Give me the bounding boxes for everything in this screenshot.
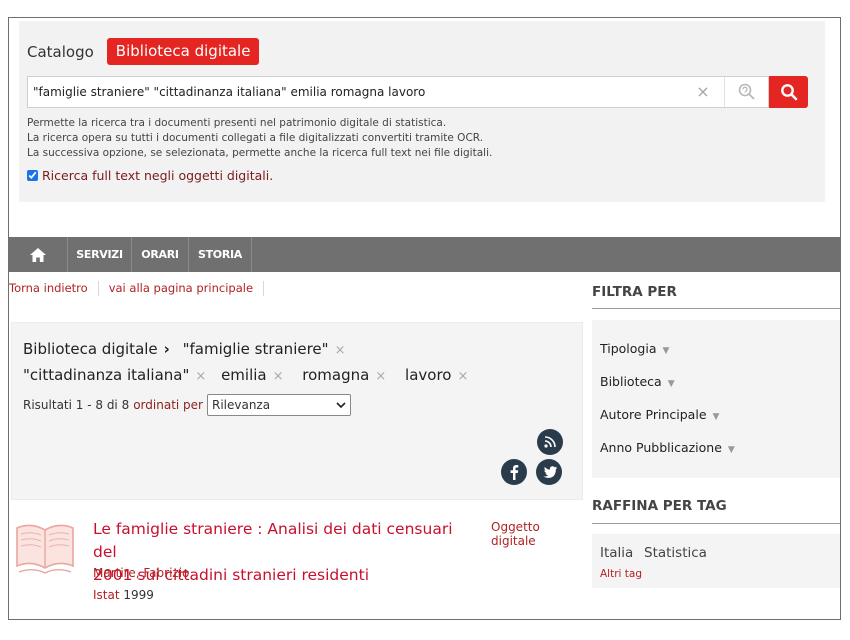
search-term-label: romagna [302,366,370,384]
filter-biblioteca[interactable]: Biblioteca ▼ [600,374,675,389]
facebook-button[interactable] [501,459,527,485]
page-frame: Catalogo Biblioteca digitale × Per [8,17,841,620]
advanced-search-icon [738,83,755,100]
search-button[interactable] [769,76,808,108]
filter-tipologia[interactable]: Tipologia ▼ [600,341,669,356]
result-type: Oggetto digitale [491,520,540,548]
result-title-line: Le famiglie straniere : Analisi dei dati… [93,520,453,561]
nav-storia[interactable]: STORIA [189,237,252,272]
filter-label: Tipologia [600,341,657,356]
filter-heading: FILTRA PER [592,284,677,300]
result-year: 1999 [123,588,154,602]
results-count: Risultati 1 - 8 di 8 [23,398,130,412]
help-line: La successiva opzione, se selezionata, p… [27,147,493,159]
main-page-link[interactable]: vai alla pagina principale [109,281,253,296]
back-links: Torna indietro vai alla pagina principal… [9,281,274,296]
nav-home[interactable] [9,237,68,272]
book-icon[interactable] [13,520,77,582]
caret-down-icon: ▼ [712,412,720,422]
caret-down-icon: ▼ [727,445,735,455]
search-breadcrumb: Biblioteca digitale › "famiglie straniere… [23,337,543,389]
results-summary-row: Risultati 1 - 8 di 8 ordinati per Rileva… [23,394,351,416]
search-term-label: lavoro [405,366,452,384]
search-term-label: emilia [221,366,267,384]
filter-label: Autore Principale [600,407,707,422]
home-icon [30,247,46,262]
tab-biblioteca-digitale[interactable]: Biblioteca digitale [106,38,260,65]
help-line: La ricerca opera su tutti i documenti co… [27,132,484,144]
filter-panel: Tipologia ▼ Biblioteca ▼ Autore Principale… [592,320,840,478]
search-term: emilia × [221,363,283,389]
link-divider [97,281,99,296]
search-term-label: "cittadinanza italiana" [23,366,190,384]
result-publication: Istat 1999 [93,588,154,602]
search-help-text: Permette la ricerca tra i documenti pres… [27,116,492,161]
search-input[interactable] [27,76,724,108]
search-term: lavoro × [405,363,468,389]
help-line: Permette la ricerca tra i documenti pres… [27,117,447,129]
tag-italia[interactable]: Italia [600,545,633,561]
caret-down-icon: ▼ [662,346,670,356]
nav-orari[interactable]: ORARI [132,237,189,272]
nav-servizi[interactable]: SERVIZI [68,237,132,272]
back-link[interactable]: Torna indietro [9,281,88,296]
search-tabs: Catalogo Biblioteca digitale [27,38,260,65]
breadcrumb-root[interactable]: Biblioteca digitale [23,340,158,358]
fulltext-checkbox[interactable] [27,170,38,181]
search-term-label: "famiglie straniere" [182,340,329,358]
tag-divider [592,523,840,524]
tag-heading: RAFFINA PER TAG [592,498,727,514]
facebook-icon [510,465,519,480]
search-icon [780,84,797,101]
search-term: "cittadinanza italiana" × [23,363,206,389]
sort-select[interactable]: Rilevanza [206,394,351,416]
remove-term-icon[interactable]: × [375,369,386,384]
result-author-link[interactable]: Martire, Fabrizio [93,566,189,580]
twitter-icon [542,465,557,478]
rss-button[interactable] [537,429,563,455]
clear-search-icon[interactable]: × [695,84,711,100]
tag-panel: Italia Statistica Altri tag [592,534,840,588]
tag-statistica[interactable]: Statistica [644,545,707,561]
main-navbar: SERVIZI ORARI STORIA [9,237,840,272]
fulltext-label: Ricerca full text negli oggetti digitali… [42,168,274,183]
twitter-button[interactable] [536,459,562,485]
search-panel: Catalogo Biblioteca digitale × Per [19,21,825,202]
rss-icon [544,436,556,448]
search-row: × [27,76,808,108]
filter-divider [592,308,840,309]
tab-catalogo[interactable]: Catalogo [27,43,94,61]
order-label: ordinati per [133,398,203,412]
remove-term-icon[interactable]: × [457,369,468,384]
other-tags-link[interactable]: Altri tag [600,568,642,580]
filter-label: Anno Pubblicazione [600,440,722,455]
remove-term-icon[interactable]: × [273,369,284,384]
fulltext-option[interactable]: Ricerca full text negli oggetti digitali… [27,168,273,183]
chevron-down-icon [336,402,346,408]
sort-select-value: Rilevanza [211,398,271,412]
search-term: "famiglie straniere" × [183,337,346,363]
search-term: romagna × [302,363,386,389]
remove-term-icon[interactable]: × [195,369,206,384]
chevron-right-icon: › [163,340,170,358]
filter-label: Biblioteca [600,374,662,389]
result-publisher-link[interactable]: Istat [93,588,120,602]
advanced-search-button[interactable] [724,76,769,108]
caret-down-icon: ▼ [667,379,675,389]
results-header-box: Biblioteca digitale › "famiglie straniere… [11,322,583,500]
filter-anno-pubblicazione[interactable]: Anno Pubblicazione ▼ [600,440,735,455]
link-divider [263,281,265,296]
remove-term-icon[interactable]: × [335,343,346,358]
result-item: Le famiglie straniere : Analisi dei dati… [9,514,584,619]
filter-autore-principale[interactable]: Autore Principale ▼ [600,407,719,422]
